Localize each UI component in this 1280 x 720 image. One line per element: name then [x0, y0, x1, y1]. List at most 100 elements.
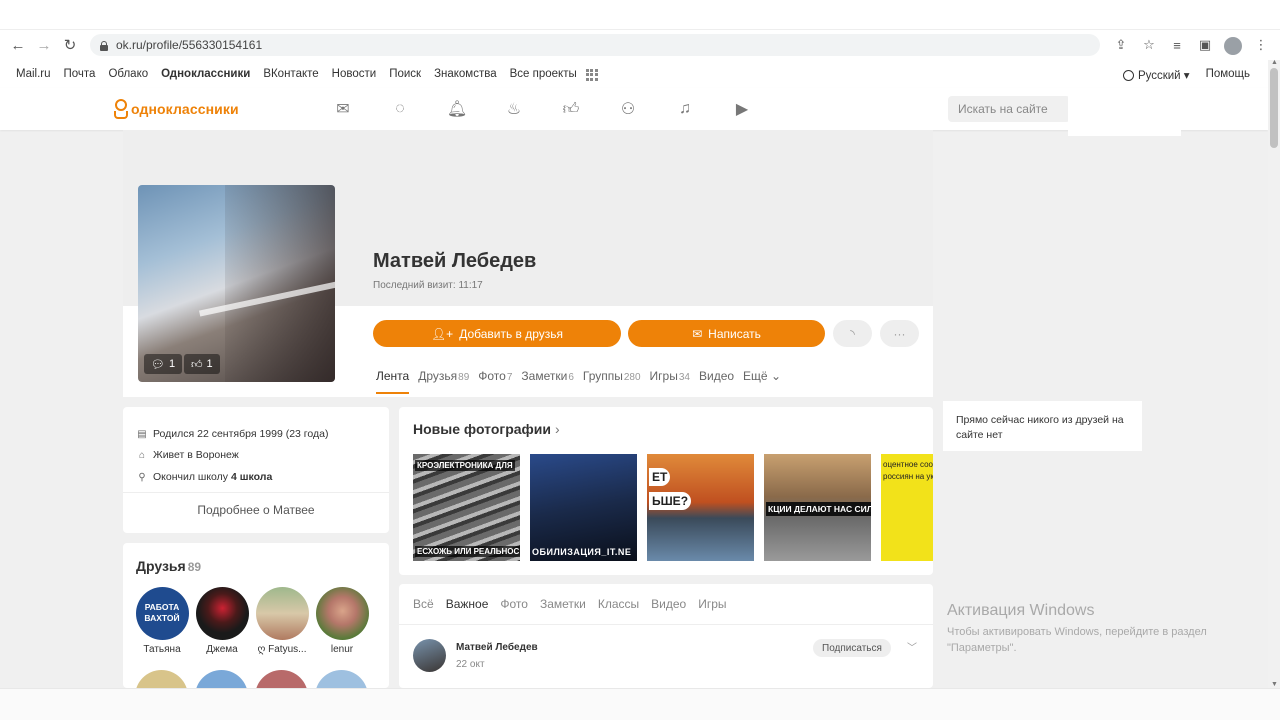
- project-link[interactable]: Все проекты: [510, 68, 577, 81]
- post-author-avatar[interactable]: [413, 639, 446, 672]
- project-link[interactable]: Знакомства: [434, 68, 497, 81]
- feed-tab[interactable]: Видео: [651, 597, 686, 611]
- friend-name[interactable]: lenur: [315, 644, 369, 655]
- ok-logo[interactable]: одноклассники: [113, 98, 239, 120]
- friend-avatar[interactable]: [255, 587, 309, 640]
- friend-avatar[interactable]: [195, 670, 248, 688]
- profile-tab-label: Видео: [698, 369, 735, 383]
- profile-tab[interactable]: Друзья89: [418, 369, 469, 383]
- subscribe-button[interactable]: Подписаться: [813, 639, 891, 657]
- share-icon[interactable]: ⇪: [1110, 34, 1132, 56]
- bookmark-star-icon[interactable]: ☆: [1138, 34, 1160, 56]
- like-icon: 👍︎: [191, 358, 203, 371]
- apps-grid-icon[interactable]: [585, 68, 598, 81]
- school-link[interactable]: 4 школа: [231, 471, 272, 483]
- photo-thumbnail[interactable]: КРОЭЛЕКТРОНИКА ДЛЯ ЕСХОЖЬ ИЛИ РЕАЛЬНОС: [413, 454, 520, 561]
- profile-tab-count: 34: [678, 372, 690, 383]
- reading-list-icon[interactable]: ≡: [1166, 34, 1188, 56]
- post-author[interactable]: Матвей Лебедев: [456, 642, 538, 653]
- friend-avatar[interactable]: [315, 670, 368, 688]
- language-selector[interactable]: Русский ▾: [1122, 68, 1190, 82]
- photo-thumbnail[interactable]: ОБИЛИЗАЦИЯ_IT.NE: [530, 454, 637, 561]
- profile-button[interactable]: [1222, 34, 1244, 56]
- page-scrollbar[interactable]: ▲ ▼: [1268, 59, 1280, 688]
- music-icon[interactable]: ♫: [675, 99, 695, 119]
- chevron-down-icon[interactable]: ﹀: [907, 639, 917, 654]
- write-message-button[interactable]: ✉ Написать: [628, 320, 825, 347]
- project-link[interactable]: Mail.ru: [16, 68, 51, 81]
- friend-avatar[interactable]: РАБОТА ВАХТОЙ: [135, 587, 189, 640]
- profile-tab[interactable]: Заметки6: [521, 369, 573, 383]
- location-text[interactable]: Живет в Воронеж: [153, 449, 239, 461]
- scroll-down-icon[interactable]: ▼: [1271, 681, 1278, 688]
- menu-dots-icon[interactable]: ⋮: [1250, 34, 1272, 56]
- friend-item[interactable]: РАБОТА ВАХТОЙ Татьяна: [135, 587, 189, 655]
- project-link[interactable]: ВКонтакте: [263, 68, 318, 81]
- events-icon[interactable]: 👍︎: [561, 99, 581, 119]
- profile-tab[interactable]: Игры34: [650, 369, 690, 383]
- friend-avatar[interactable]: [195, 587, 249, 640]
- feed-tab[interactable]: Классы: [598, 597, 639, 611]
- back-icon[interactable]: ←: [5, 32, 31, 58]
- friends-title[interactable]: Друзья 89: [136, 558, 201, 574]
- feed-tab[interactable]: Игры: [698, 597, 726, 611]
- language-label[interactable]: Русский: [1138, 70, 1181, 82]
- add-user-icon: 👤︎+: [430, 326, 454, 341]
- profile-icon[interactable]: [1224, 37, 1242, 55]
- profile-tab[interactable]: Лента: [376, 369, 410, 394]
- profile-tab[interactable]: Ещё ⌄: [743, 369, 781, 383]
- friend-avatar[interactable]: [135, 670, 188, 688]
- video-icon[interactable]: ▶: [732, 99, 752, 119]
- feed-tab[interactable]: Всё: [413, 597, 434, 611]
- search-input[interactable]: Искать на сайте: [948, 96, 1070, 122]
- photo-thumbnail[interactable]: КЦИИ ДЕЛАЮТ НАС СИЛЬН: [764, 454, 871, 561]
- friend-name[interactable]: Татьяна: [135, 644, 189, 655]
- side-panel-icon[interactable]: ▣: [1194, 34, 1216, 56]
- feed-tab[interactable]: Фото: [500, 597, 528, 611]
- lock-icon[interactable]: [100, 40, 108, 51]
- comment-icon: 💬︎: [151, 358, 165, 371]
- more-actions-button[interactable]: ···: [880, 320, 919, 347]
- location-row: ⌂ Живет в Воронеж: [136, 449, 239, 461]
- project-link[interactable]: Почта: [64, 68, 96, 81]
- avatar-comments-badge[interactable]: 💬︎ 1: [144, 354, 183, 374]
- friend-item[interactable]: lenur: [315, 587, 369, 655]
- projects-links: Mail.ru Почта Облако Одноклассники ВКонтакте…: [16, 68, 598, 81]
- forward-icon[interactable]: →: [31, 32, 57, 58]
- friend-avatar[interactable]: [255, 670, 308, 688]
- discussions-icon[interactable]: ◌: [390, 99, 410, 119]
- avatar-likes-badge[interactable]: 👍︎ 1: [184, 354, 220, 374]
- notifications-icon[interactable]: 🔔︎: [447, 99, 467, 119]
- photo-thumbnail[interactable]: оцентное соот россиян на указ: [881, 454, 933, 561]
- friend-item[interactable]: Джема: [195, 587, 249, 655]
- more-about-link[interactable]: Подробнее о Матвее: [123, 503, 389, 517]
- friend-name[interactable]: Джема: [195, 644, 249, 655]
- project-link[interactable]: Поиск: [389, 68, 421, 81]
- friend-item[interactable]: ღ Fatyus...: [255, 587, 309, 655]
- address-bar[interactable]: ok.ru/profile/556330154161: [90, 34, 1100, 56]
- add-friend-button[interactable]: 👤︎+ Добавить в друзья: [373, 320, 621, 347]
- profile-avatar[interactable]: 💬︎ 1 👍︎ 1: [138, 185, 335, 382]
- friend-avatar[interactable]: [315, 587, 369, 640]
- project-link[interactable]: Новости: [332, 68, 377, 81]
- project-link[interactable]: Облако: [108, 68, 148, 81]
- profile-tab[interactable]: Видео: [699, 369, 734, 383]
- video-call-icon[interactable]: ⚇: [618, 99, 638, 119]
- scroll-up-icon[interactable]: ▲: [1271, 59, 1278, 66]
- photo-thumbnail[interactable]: ЕТ ЬШЕ?: [647, 454, 754, 561]
- new-photos-title[interactable]: Новые фотографии ›: [413, 421, 560, 437]
- feed-tab[interactable]: Заметки: [540, 597, 586, 611]
- profile-tab[interactable]: Группы280: [583, 369, 641, 383]
- reload-icon[interactable]: ↻: [57, 32, 83, 58]
- subscribe-feed-button[interactable]: ◝: [833, 320, 872, 347]
- profile-tab[interactable]: Фото7: [478, 369, 512, 383]
- project-link[interactable]: Одноклассники: [161, 68, 250, 81]
- feed-tab[interactable]: Важное: [446, 597, 489, 611]
- guests-icon[interactable]: ♨: [504, 99, 524, 119]
- bottom-bar: [0, 688, 1280, 720]
- help-link[interactable]: Помощь: [1206, 68, 1250, 82]
- friend-name[interactable]: ღ Fatyus...: [255, 644, 309, 655]
- url-text[interactable]: ok.ru/profile/556330154161: [116, 38, 262, 52]
- scroll-thumb[interactable]: [1270, 68, 1278, 148]
- messages-icon[interactable]: ✉: [333, 99, 353, 119]
